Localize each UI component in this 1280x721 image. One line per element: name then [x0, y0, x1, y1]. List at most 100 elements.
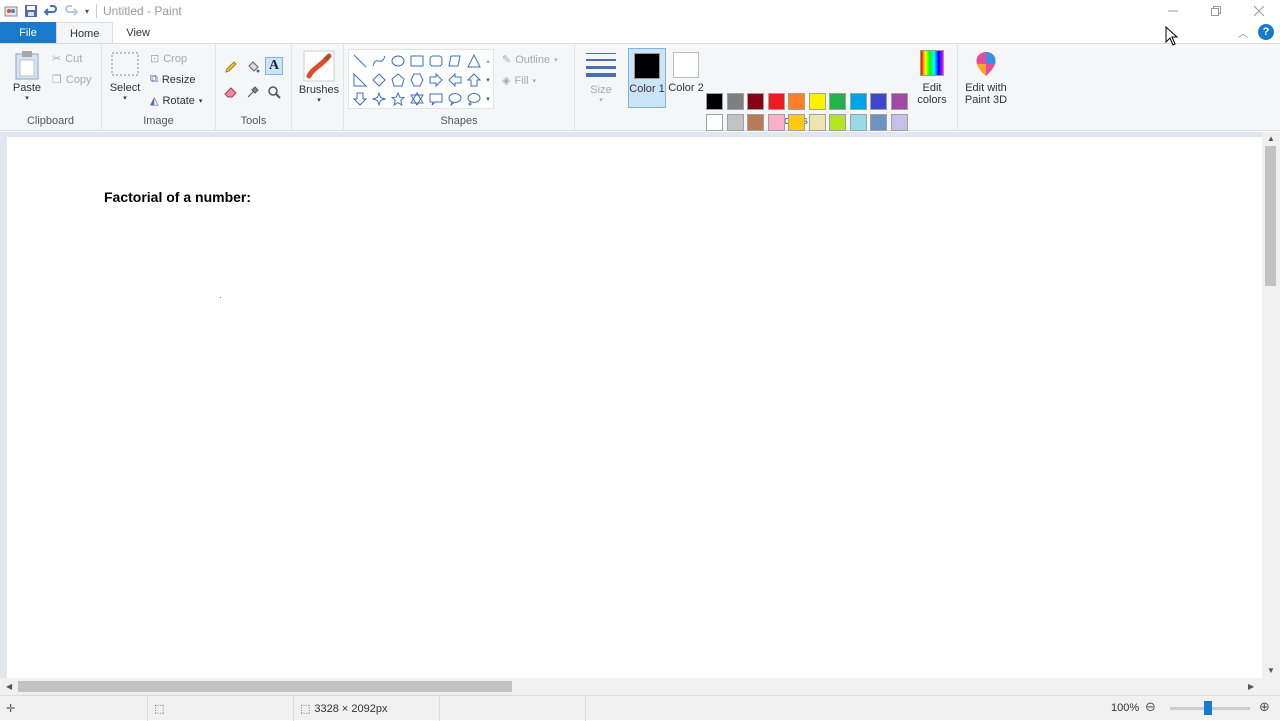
curve-shape-icon[interactable] — [370, 52, 388, 70]
zoom-out-icon[interactable]: ⊖ — [1145, 699, 1156, 715]
crop-button[interactable]: ⊡ Crop — [150, 52, 187, 66]
tab-file[interactable]: File — [0, 22, 56, 44]
polygon-shape-icon[interactable] — [446, 52, 464, 70]
oval-shape-icon[interactable] — [389, 52, 407, 70]
brushes-button[interactable]: Brushes ▾ — [296, 50, 342, 104]
palette-swatch[interactable] — [706, 113, 723, 131]
left-arrow-shape-icon[interactable] — [446, 71, 464, 89]
size-button[interactable]: Size ▾ — [581, 52, 621, 104]
palette-swatch[interactable] — [747, 93, 764, 110]
scroll-up-icon[interactable]: ▲ — [1267, 134, 1275, 143]
palette-swatch[interactable] — [829, 113, 846, 131]
cloud-callout-shape-icon[interactable] — [465, 90, 483, 108]
palette-swatch[interactable] — [706, 93, 723, 110]
pentagon-shape-icon[interactable] — [389, 71, 407, 89]
right-triangle-shape-icon[interactable] — [351, 71, 369, 89]
redo-icon[interactable] — [62, 2, 80, 20]
edit-colors-button[interactable]: Edit colors — [913, 50, 951, 106]
palette-swatch[interactable] — [747, 113, 764, 131]
paste-button[interactable]: Paste ▾ — [10, 50, 44, 102]
palette-swatch[interactable] — [726, 93, 744, 110]
vertical-scrollbar[interactable]: ▲ ▼ — [1262, 132, 1280, 678]
undo-icon[interactable] — [42, 2, 60, 20]
pencil-icon[interactable] — [222, 58, 240, 76]
palette-swatch[interactable] — [890, 93, 908, 110]
select-dropdown-icon[interactable]: ▾ — [123, 94, 127, 102]
five-point-star-shape-icon[interactable] — [389, 90, 407, 108]
palette-swatch[interactable] — [808, 93, 826, 110]
tools-group-label: Tools — [240, 115, 267, 127]
palette-swatch[interactable] — [870, 93, 887, 110]
palette-swatch[interactable] — [849, 113, 867, 131]
rect-callout-shape-icon[interactable] — [427, 90, 445, 108]
magnifier-icon[interactable] — [265, 83, 283, 101]
horizontal-scrollbar[interactable]: ◀ ▶ — [0, 678, 1262, 695]
shapes-scroll-down-icon[interactable]: ▾ — [483, 71, 493, 89]
vertical-scroll-thumb[interactable] — [1265, 146, 1276, 286]
zoom-slider-thumb[interactable] — [1204, 701, 1212, 715]
restore-button[interactable] — [1194, 0, 1237, 22]
six-point-star-shape-icon[interactable] — [408, 90, 426, 108]
fill-button[interactable]: ◈ Fill ▾ — [502, 74, 537, 88]
edit-with-paint3d-button[interactable]: Edit with Paint 3D — [960, 50, 1012, 106]
cut-label: Cut — [65, 52, 83, 65]
paint-app-icon[interactable] — [2, 2, 20, 20]
hexagon-shape-icon[interactable] — [408, 71, 426, 89]
scroll-right-icon[interactable]: ▶ — [1248, 682, 1254, 691]
copy-button[interactable]: ❐ Copy — [52, 73, 92, 87]
resize-button[interactable]: ⧉ Resize — [150, 73, 195, 86]
palette-swatch[interactable] — [849, 93, 867, 110]
selection-size: ⬚ — [148, 696, 294, 721]
cut-button[interactable]: ✂ Cut — [52, 52, 83, 66]
window-controls — [1151, 0, 1280, 22]
save-icon[interactable] — [22, 2, 40, 20]
diamond-shape-icon[interactable] — [370, 71, 388, 89]
palette-swatch[interactable] — [890, 113, 908, 131]
oval-callout-shape-icon[interactable] — [446, 90, 464, 108]
color-picker-icon[interactable] — [244, 83, 262, 101]
four-point-star-shape-icon[interactable] — [370, 90, 388, 108]
palette-swatch[interactable] — [788, 93, 805, 110]
close-button[interactable] — [1237, 0, 1280, 22]
customize-qat-icon[interactable]: ▾ — [82, 2, 92, 20]
help-button[interactable]: ? — [1258, 24, 1274, 40]
rounded-rectangle-shape-icon[interactable] — [427, 52, 445, 70]
rectangle-shape-icon[interactable] — [408, 52, 426, 70]
eraser-icon[interactable] — [222, 83, 240, 101]
up-arrow-shape-icon[interactable] — [465, 71, 483, 89]
fill-dropdown-icon: ▾ — [532, 77, 537, 85]
color2-button[interactable]: Color 2 — [667, 48, 705, 108]
palette-swatch[interactable] — [808, 113, 826, 131]
rainbow-icon — [920, 50, 944, 76]
triangle-shape-icon[interactable] — [465, 52, 483, 70]
down-arrow-shape-icon[interactable] — [351, 90, 369, 108]
palette-swatch[interactable] — [870, 113, 887, 131]
paste-dropdown-icon[interactable]: ▾ — [25, 94, 29, 102]
text-tool-icon[interactable]: A — [265, 57, 283, 75]
palette-swatch[interactable] — [767, 113, 785, 131]
tab-home[interactable]: Home — [56, 22, 114, 44]
scroll-left-icon[interactable]: ◀ — [6, 682, 12, 691]
shapes-scroll-up-icon[interactable]: ▴ — [483, 52, 493, 70]
palette-swatch[interactable] — [767, 93, 785, 110]
drawing-canvas[interactable]: Factorial of a number: — [7, 137, 1262, 678]
minimize-button[interactable] — [1151, 0, 1194, 22]
shapes-more-icon[interactable]: ▾ — [483, 90, 493, 108]
color1-button[interactable]: Color 1 — [628, 48, 666, 108]
tab-view[interactable]: View — [113, 22, 163, 44]
color2-swatch — [673, 52, 699, 78]
right-arrow-shape-icon[interactable] — [427, 71, 445, 89]
select-button[interactable]: Select ▾ — [108, 52, 142, 102]
palette-swatch[interactable] — [726, 113, 744, 131]
zoom-in-icon[interactable]: ⊕ — [1259, 699, 1270, 715]
collapse-ribbon-icon[interactable]: ︿ — [1238, 25, 1248, 40]
line-shape-icon[interactable] — [351, 52, 369, 70]
palette-swatch[interactable] — [788, 113, 805, 131]
outline-button[interactable]: ✎ Outline ▾ — [502, 53, 558, 67]
scroll-down-icon[interactable]: ▼ — [1267, 666, 1275, 675]
rotate-button[interactable]: ◭ Rotate ▾ — [150, 94, 202, 108]
palette-swatch[interactable] — [829, 93, 846, 110]
horizontal-scroll-thumb[interactable] — [18, 681, 512, 692]
fill-bucket-icon[interactable] — [244, 58, 262, 76]
tools-group: A Tools — [216, 44, 292, 130]
